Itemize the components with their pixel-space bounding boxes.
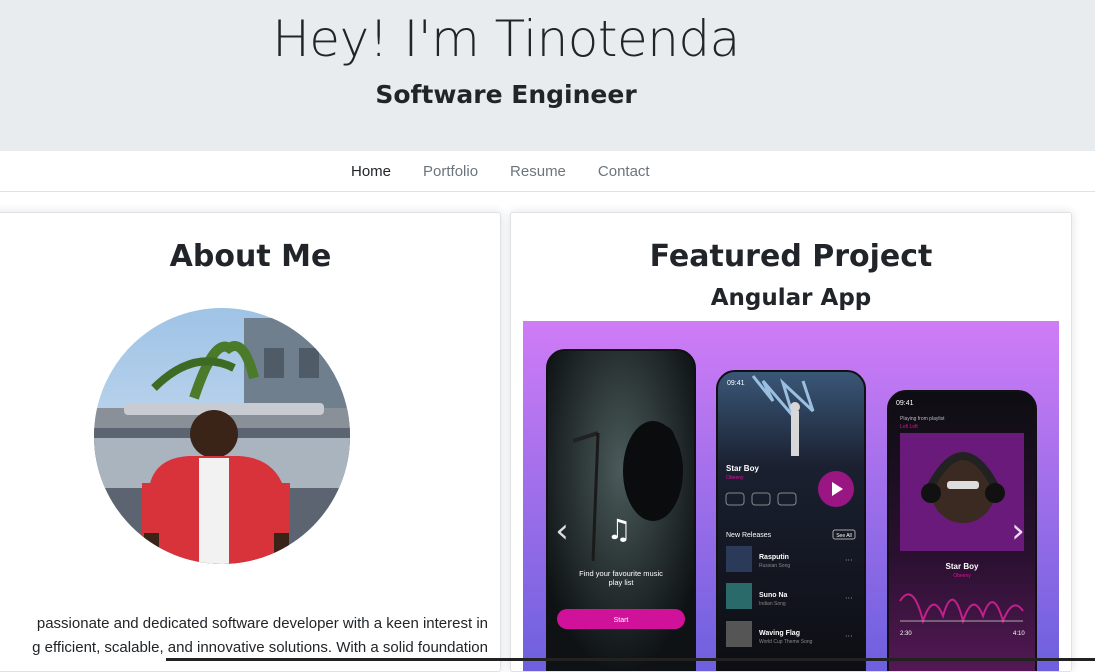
svg-text:play list: play list: [608, 578, 634, 587]
mockup-start-button: Start: [614, 617, 629, 624]
avatar: [94, 308, 350, 564]
svg-text:Rasputin: Rasputin: [759, 554, 789, 561]
nav-menu: Home Portfolio Resume Contact: [335, 151, 666, 192]
chevron-right-icon: ›: [1011, 511, 1025, 551]
navbar: Home Portfolio Resume Contact: [0, 151, 1095, 192]
svg-text:Playing from playlist: Playing from playlist: [900, 416, 945, 422]
mockup-screen1-text: Find your favourite music: [579, 569, 663, 578]
svg-text:Indian Song: Indian Song: [759, 601, 786, 607]
svg-text:Suno Na: Suno Na: [759, 592, 787, 599]
nav-contact[interactable]: Contact: [582, 163, 666, 180]
svg-text:···: ···: [845, 632, 853, 641]
svg-text:4:10: 4:10: [1013, 631, 1025, 637]
svg-text:···: ···: [845, 594, 853, 603]
bio-line-2: g efficient, scalable, and innovative so…: [32, 639, 488, 656]
project-mockup-image: ♫ Find your favourite music play list St…: [523, 321, 1059, 671]
svg-text:2:30: 2:30: [900, 631, 912, 637]
bio-line-1: passionate and dedicated software develo…: [36, 615, 488, 632]
chevron-left-icon: ‹: [555, 511, 569, 551]
carousel-prev-button[interactable]: ‹: [547, 511, 577, 551]
svg-text:Lofi Loft: Lofi Loft: [900, 424, 918, 430]
featured-project-card: Featured Project Angular App ♫ Find your…: [510, 212, 1072, 672]
svg-text:Waving Flag: Waving Flag: [759, 630, 800, 637]
hero-banner: Hey! I'm Tinotenda Software Engineer: [0, 0, 1095, 151]
hero-title: Hey! I'm Tinotenda: [272, 10, 740, 68]
nav-resume[interactable]: Resume: [494, 163, 582, 180]
svg-text:Obeeny: Obeeny: [726, 475, 744, 481]
svg-text:···: ···: [845, 556, 853, 565]
profile-photo-icon: [94, 308, 350, 564]
nav-home[interactable]: Home: [335, 163, 407, 180]
hero-subtitle: Software Engineer: [375, 80, 637, 109]
svg-text:Star Boy: Star Boy: [946, 562, 979, 571]
nav-portfolio[interactable]: Portfolio: [407, 163, 494, 180]
svg-text:World Cup Theme Song: World Cup Theme Song: [759, 639, 813, 645]
svg-text:Star Boy: Star Boy: [726, 464, 759, 473]
svg-text:Russian Song: Russian Song: [759, 563, 790, 569]
svg-text:See All: See All: [836, 533, 852, 539]
about-title: About Me: [169, 239, 332, 274]
svg-text:Obeeny: Obeeny: [953, 573, 971, 579]
project-title: Featured Project: [649, 239, 933, 274]
project-carousel-image[interactable]: ♫ Find your favourite music play list St…: [523, 321, 1059, 671]
about-bio: passionate and dedicated software develo…: [0, 612, 488, 660]
svg-text:New Releases: New Releases: [726, 532, 772, 539]
svg-text:09:41: 09:41: [727, 380, 745, 387]
carousel-next-button[interactable]: ›: [1003, 511, 1033, 551]
about-card: About Me passionate and dedicated softwa…: [0, 212, 501, 672]
project-subtitle: Angular App: [710, 285, 872, 311]
svg-text:♫: ♫: [606, 513, 631, 546]
svg-text:09:41: 09:41: [896, 400, 914, 407]
